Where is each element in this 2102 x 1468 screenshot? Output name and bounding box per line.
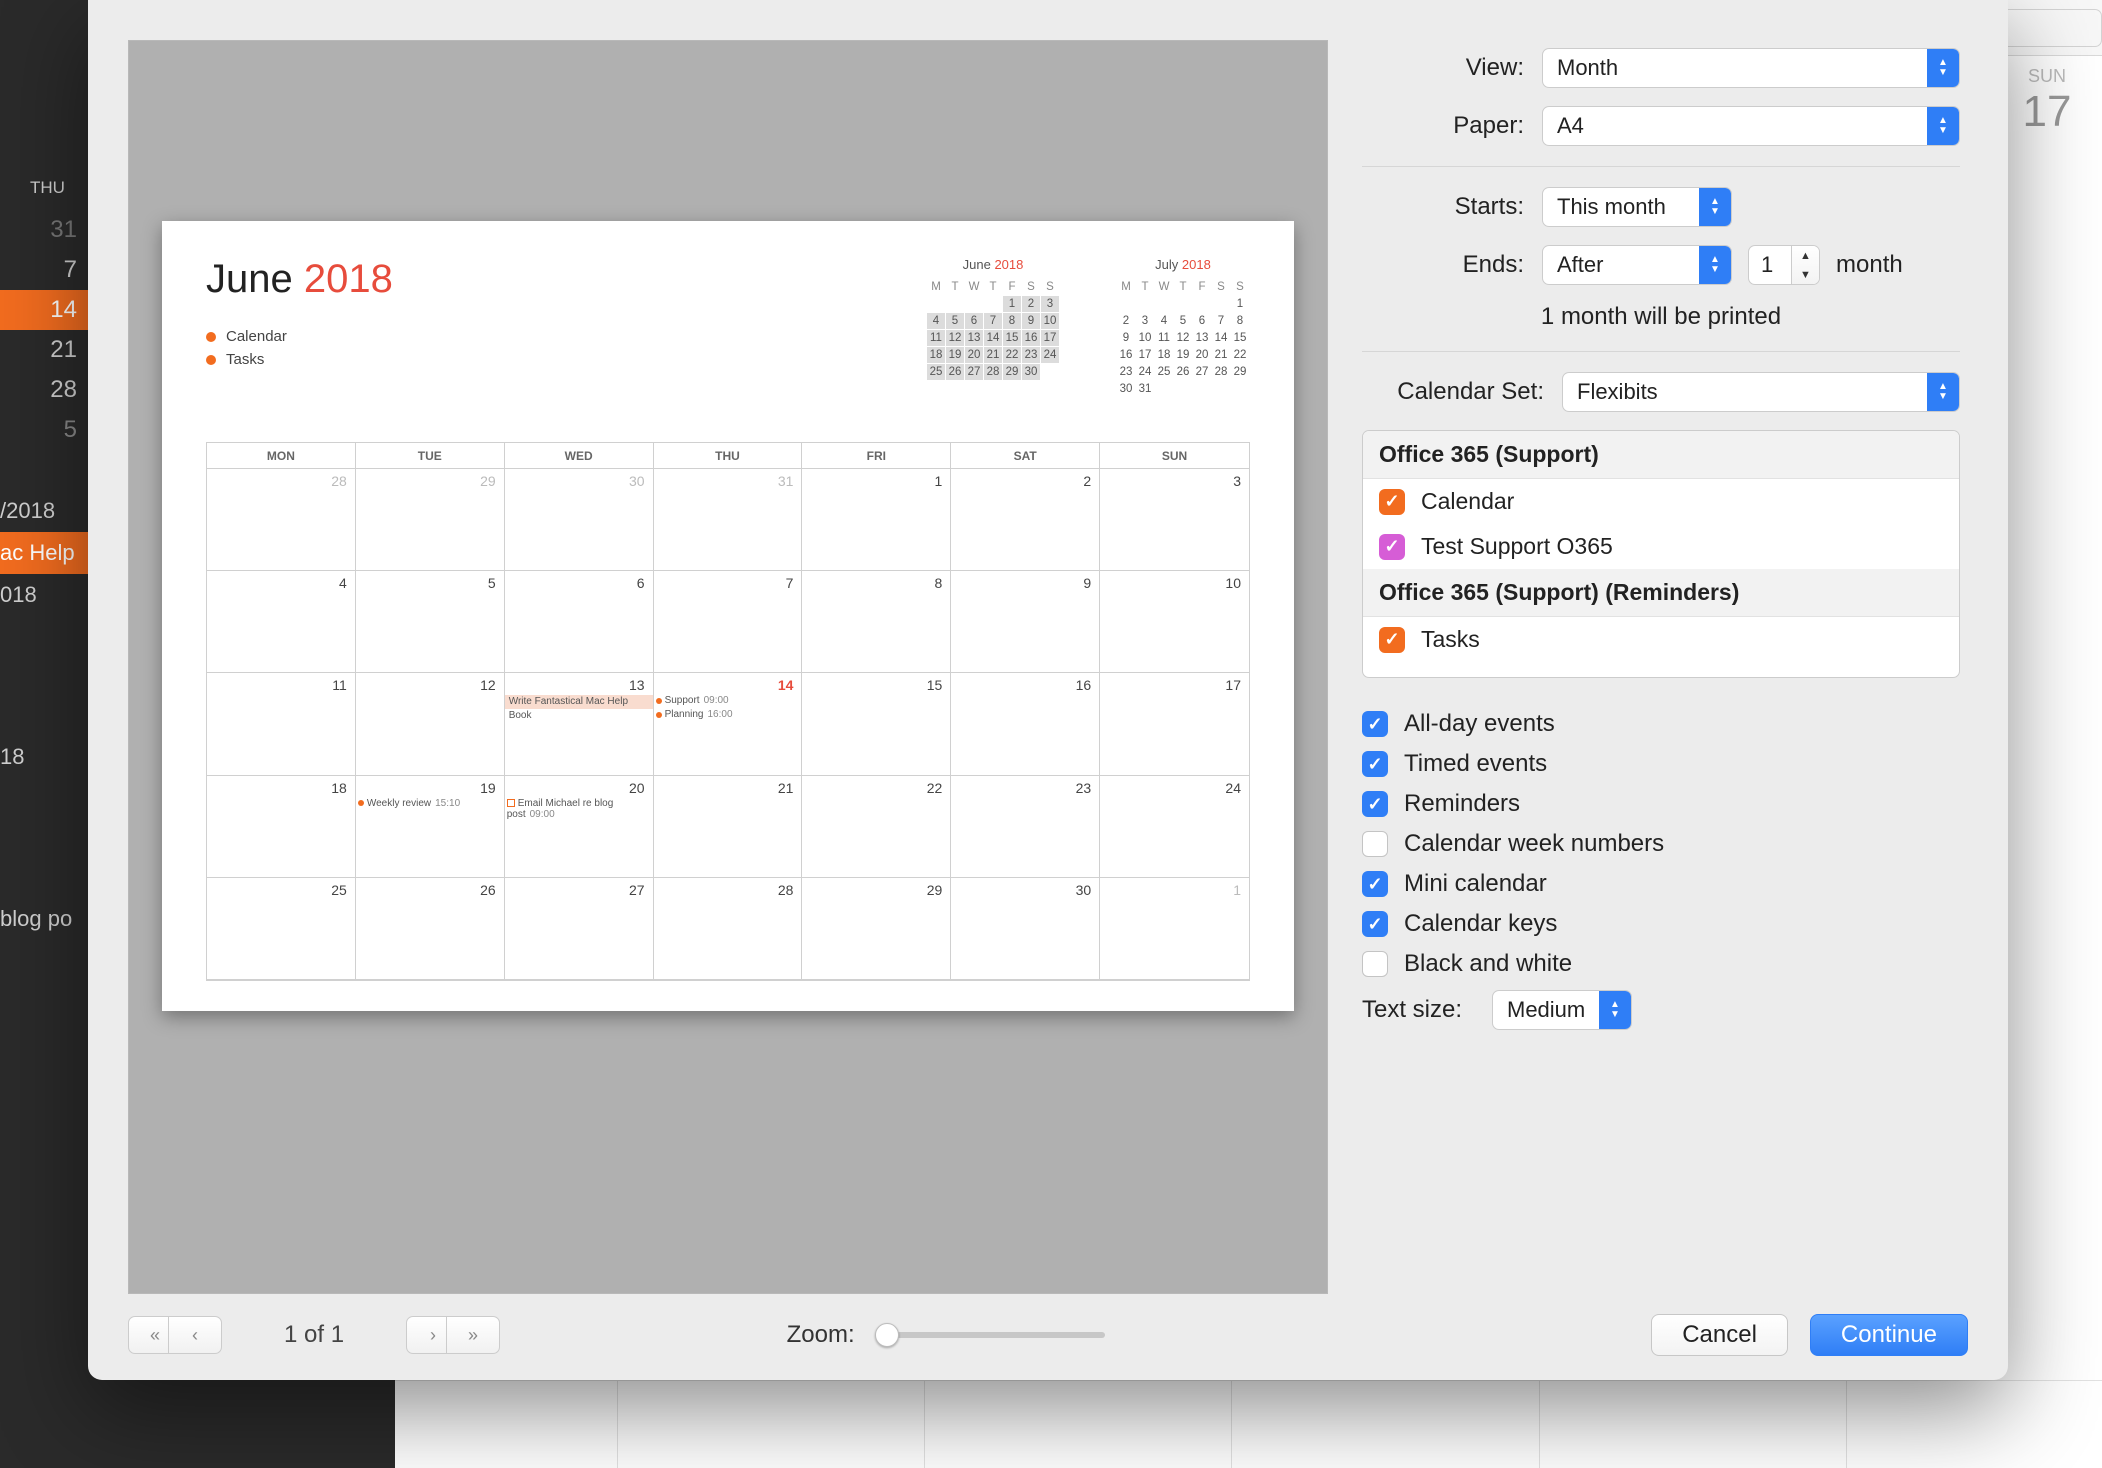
view-select[interactable]: Month	[1542, 48, 1960, 88]
checkbox-minical[interactable]	[1362, 871, 1388, 897]
sidebar-item[interactable]: 018	[0, 574, 95, 616]
checkbox-timed[interactable]	[1362, 751, 1388, 777]
sidebar-item[interactable]: blog po	[0, 898, 95, 940]
select-arrows-icon	[1927, 373, 1959, 411]
checkbox-weeknums[interactable]	[1362, 831, 1388, 857]
calset-select[interactable]: Flexibits	[1562, 372, 1960, 412]
calendar-item[interactable]: Test Support O365	[1363, 524, 1959, 569]
checkbox-icon[interactable]	[1379, 627, 1405, 653]
checkbox-calkeys[interactable]	[1362, 911, 1388, 937]
starts-select[interactable]: This month	[1542, 187, 1732, 227]
calendar-item[interactable]: Calendar	[1363, 479, 1959, 524]
prev-page-button[interactable]: ‹	[168, 1316, 222, 1354]
sidebar-mini-calendar: THU 31 7 14 21 28 5 /2018 ac Help 018 18…	[0, 170, 95, 940]
select-arrows-icon	[1927, 49, 1959, 87]
select-arrows-icon	[1699, 246, 1731, 284]
sidebar-item[interactable]: /2018	[0, 490, 95, 532]
zoom-slider[interactable]	[875, 1332, 1105, 1338]
checkbox-reminders[interactable]	[1362, 791, 1388, 817]
select-arrows-icon	[1599, 991, 1631, 1029]
sidebar-item[interactable]: ac Help	[0, 532, 95, 574]
textsize-label: Text size:	[1362, 996, 1492, 1024]
calendar-item[interactable]: Tasks	[1363, 617, 1959, 662]
paper-select[interactable]: A4	[1542, 106, 1960, 146]
checkbox-bw[interactable]	[1362, 951, 1388, 977]
ends-select[interactable]: After	[1542, 245, 1732, 285]
pager: « ‹ 1 of 1 › »	[128, 1316, 500, 1354]
print-summary: 1 month will be printed	[1362, 303, 1960, 331]
calendar-list[interactable]: Office 365 (Support) Calendar Test Suppo…	[1362, 430, 1960, 678]
zoom-control: Zoom:	[787, 1321, 1105, 1349]
stepper-arrows-icon: ▲▼	[1791, 246, 1819, 284]
sidebar-thu-label: THU	[0, 170, 95, 210]
page-title: June 2018	[206, 257, 393, 302]
sidebar-item[interactable]: 18	[0, 736, 95, 778]
print-preview: June 2018 Calendar Tasks June 2018 MTWTF…	[128, 40, 1328, 1294]
sun-header: SUN 17	[1992, 56, 2102, 137]
select-arrows-icon	[1927, 107, 1959, 145]
continue-button[interactable]: Continue	[1810, 1314, 1968, 1356]
page-indicator: 1 of 1	[284, 1321, 344, 1349]
options-list: All-day events Timed events Reminders Ca…	[1362, 710, 1960, 978]
checkbox-icon[interactable]	[1379, 489, 1405, 515]
last-page-button[interactable]: »	[446, 1316, 500, 1354]
mini-cal-june: June 2018 MTWTFSS12345678910111213141516…	[926, 257, 1060, 398]
starts-label: Starts:	[1362, 193, 1542, 221]
select-arrows-icon	[1699, 188, 1731, 226]
calendar-keys: Calendar Tasks	[206, 328, 393, 368]
ends-label: Ends:	[1362, 251, 1542, 279]
calendar-group: Office 365 (Support) (Reminders)	[1363, 569, 1959, 617]
months-unit: month	[1836, 251, 1903, 279]
months-stepper[interactable]: 1 ▲▼	[1748, 245, 1820, 285]
calendar-group: Office 365 (Support)	[1363, 431, 1959, 479]
calset-label: Calendar Set:	[1362, 378, 1562, 406]
slider-knob[interactable]	[875, 1323, 899, 1347]
month-grid: MONTUEWEDTHUFRISATSUN2829303112345678910…	[206, 442, 1250, 981]
print-dialog: June 2018 Calendar Tasks June 2018 MTWTF…	[88, 0, 2008, 1380]
view-label: View:	[1362, 54, 1542, 82]
preview-box: June 2018 Calendar Tasks June 2018 MTWTF…	[128, 40, 1328, 1294]
preview-page: June 2018 Calendar Tasks June 2018 MTWTF…	[162, 221, 1294, 1011]
checkbox-allday[interactable]	[1362, 711, 1388, 737]
background-grid	[395, 1380, 2102, 1468]
cancel-button[interactable]: Cancel	[1651, 1314, 1788, 1356]
dialog-footer: « ‹ 1 of 1 › » Zoom: Cancel Continue	[88, 1304, 2008, 1380]
print-settings: View: Month Paper: A4 Starts: This month…	[1362, 40, 1968, 1294]
mini-cal-july: July 2018 MTWTFSS12345678910111213141516…	[1116, 257, 1250, 398]
paper-label: Paper:	[1362, 112, 1542, 140]
textsize-select[interactable]: Medium	[1492, 990, 1632, 1030]
checkbox-icon[interactable]	[1379, 534, 1405, 560]
